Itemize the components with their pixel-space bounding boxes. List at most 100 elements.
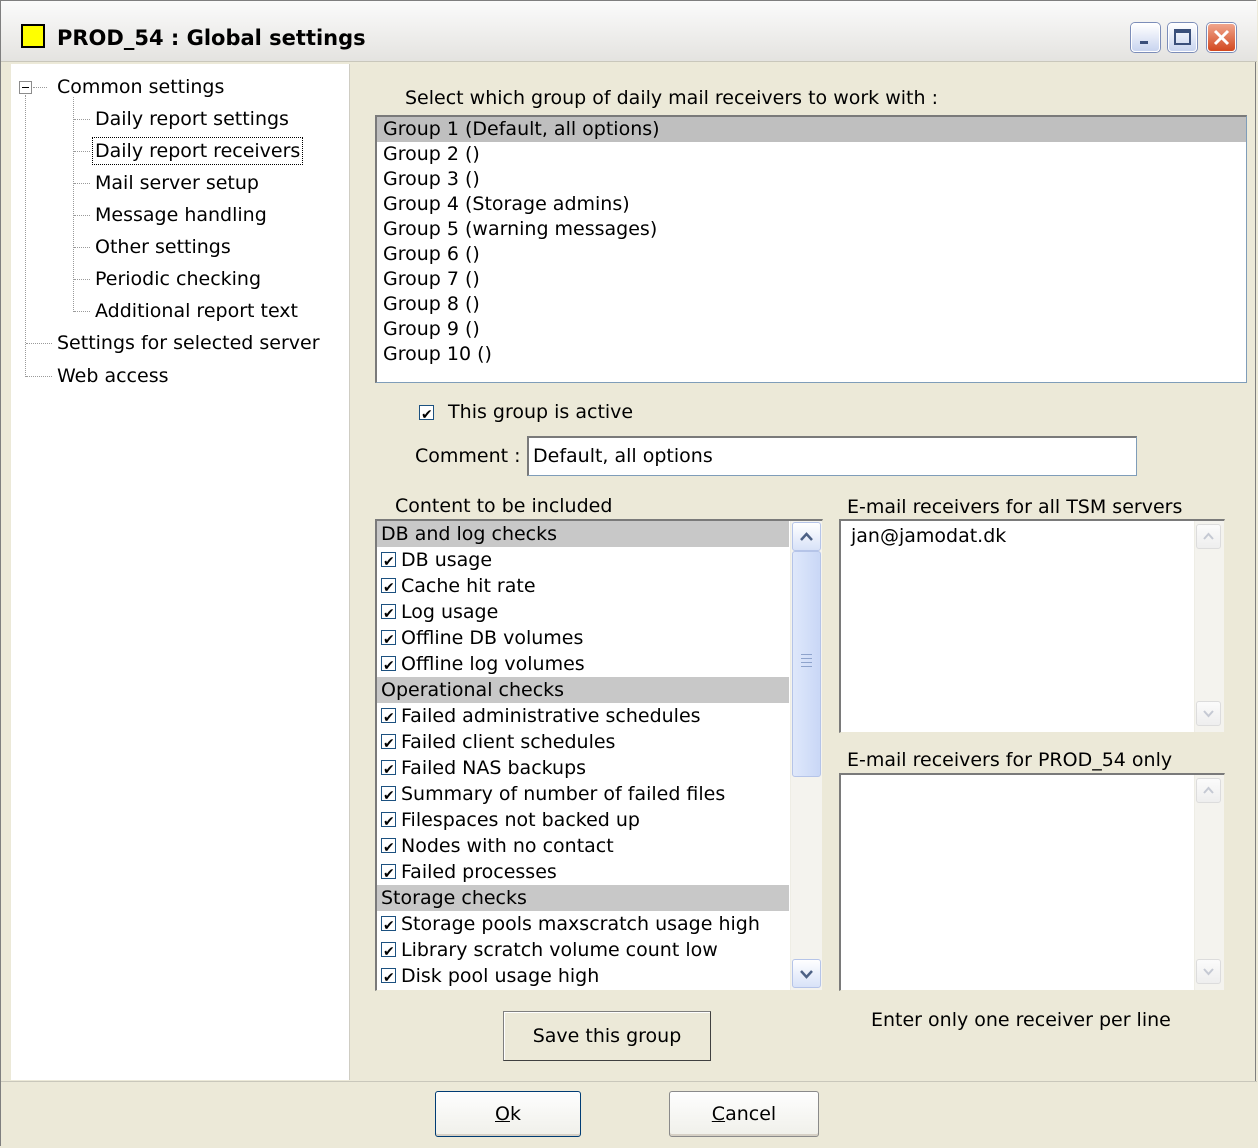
receivers-server-memo[interactable] <box>839 773 1225 991</box>
content-option-label: Failed processes <box>401 861 557 883</box>
content-option-checkbox[interactable] <box>381 549 396 575</box>
content-group-header: Storage checks <box>377 885 789 911</box>
content-option-checkbox[interactable] <box>381 575 396 601</box>
content-option-checkbox[interactable] <box>381 835 396 861</box>
tree-item-settings-for-selected-server[interactable]: Settings for selected server <box>57 330 320 356</box>
tree-connector <box>74 311 90 312</box>
save-group-button[interactable]: Save this group <box>503 1011 711 1061</box>
tree-item-additional-report-text[interactable]: Additional report text <box>95 298 298 324</box>
content-option-checkbox[interactable] <box>381 601 396 627</box>
content-option[interactable]: Failed processes <box>377 859 789 887</box>
content-option-checkbox[interactable] <box>381 965 396 990</box>
chevron-up-icon <box>1203 786 1214 794</box>
receivers-server-scrollbar[interactable] <box>1194 775 1224 990</box>
minimize-icon <box>1140 41 1148 44</box>
content-option[interactable]: Failed NAS backups <box>377 755 789 783</box>
content-option-checkbox[interactable] <box>381 757 396 783</box>
content-option-label: Nodes with no contact <box>401 835 614 857</box>
content-group-label: Operational checks <box>381 679 565 701</box>
group-list-item[interactable]: Group 10 () <box>377 342 1246 367</box>
receiver-hint: Enter only one receiver per line <box>871 1009 1171 1031</box>
content-option[interactable]: Failed client schedules <box>377 729 789 757</box>
content-option[interactable]: Cache hit rate <box>377 573 789 601</box>
scroll-thumb[interactable] <box>792 551 821 777</box>
close-button[interactable] <box>1207 23 1236 52</box>
ok-button[interactable]: Ok <box>435 1091 581 1137</box>
group-active-option[interactable]: This group is active <box>419 399 633 428</box>
content-option-checkbox[interactable] <box>381 913 396 939</box>
chevron-down-icon <box>1203 968 1214 976</box>
window-title: PROD_54 : Global settings <box>57 26 366 50</box>
tree-connector <box>74 279 90 280</box>
dialog-button-bar <box>1 1081 1257 1148</box>
content-group-label: DB and log checks <box>381 523 558 545</box>
tree-connector <box>74 247 90 248</box>
collapse-toggle[interactable] <box>19 81 32 94</box>
content-option[interactable]: DB usage <box>377 547 789 575</box>
receivers-all-text: jan@jamodat.dk <box>851 525 1007 547</box>
group-list-item[interactable]: Group 8 () <box>377 292 1246 317</box>
group-listbox[interactable]: Group 1 (Default, all options) Group 2 (… <box>375 115 1247 383</box>
comment-field[interactable]: Default, all options <box>527 436 1137 476</box>
tree-connector <box>26 343 52 344</box>
tree-item-web-access[interactable]: Web access <box>57 363 169 389</box>
content-option-checkbox[interactable] <box>381 653 396 679</box>
group-list-item[interactable]: Group 3 () <box>377 167 1246 192</box>
content-option-checkbox[interactable] <box>381 783 396 809</box>
content-option[interactable]: Offline DB volumes <box>377 625 789 653</box>
minimize-button[interactable] <box>1131 23 1160 52</box>
content-option[interactable]: Disk pool usage high <box>377 963 789 990</box>
content-option[interactable]: Nodes with no contact <box>377 833 789 861</box>
content-option-checkbox[interactable] <box>381 705 396 731</box>
content-option[interactable]: Failed administrative schedules <box>377 703 789 731</box>
group-list-item[interactable]: Group 6 () <box>377 242 1246 267</box>
group-list-item[interactable]: Group 4 (Storage admins) <box>377 192 1246 217</box>
tree-connector <box>74 119 90 120</box>
comment-label: Comment : <box>415 445 521 467</box>
global-settings-window: PROD_54 : Global settings Common setting… <box>0 0 1257 1148</box>
content-scrollbar[interactable] <box>790 521 822 990</box>
group-list-item[interactable]: Group 2 () <box>377 142 1246 167</box>
content-group-header: Operational checks <box>377 677 789 703</box>
content-option[interactable]: Log usage <box>377 599 789 627</box>
content-option-checkbox[interactable] <box>381 809 396 835</box>
scroll-down-button[interactable] <box>792 959 821 988</box>
group-list-item[interactable]: Group 9 () <box>377 317 1246 342</box>
ok-label-rest: k <box>509 1103 521 1125</box>
content-option-checkbox[interactable] <box>381 939 396 965</box>
tree-item-periodic-checking[interactable]: Periodic checking <box>95 266 261 292</box>
content-option-checkbox[interactable] <box>381 627 396 653</box>
cancel-button[interactable]: Cancel <box>669 1091 819 1137</box>
content-header: Content to be included <box>395 495 613 517</box>
content-option[interactable]: Offline log volumes <box>377 651 789 679</box>
content-option[interactable]: Filespaces not backed up <box>377 807 789 835</box>
tree-item-mail-server-setup[interactable]: Mail server setup <box>95 170 259 196</box>
group-list-item[interactable]: Group 1 (Default, all options) <box>377 117 1246 142</box>
content-option[interactable]: Storage pools maxscratch usage high <box>377 911 789 939</box>
content-option[interactable]: Summary of number of failed files <box>377 781 789 809</box>
tree-item-daily-report-settings[interactable]: Daily report settings <box>95 106 289 132</box>
content-option-label: Offline DB volumes <box>401 627 584 649</box>
tree-item-common-settings[interactable]: Common settings <box>57 74 224 100</box>
app-icon <box>21 24 45 48</box>
receivers-all-memo[interactable]: jan@jamodat.dk <box>839 519 1225 733</box>
content-option[interactable]: Library scratch volume count low <box>377 937 789 965</box>
content-option-label: Failed NAS backups <box>401 757 587 779</box>
group-list-item[interactable]: Group 5 (warning messages) <box>377 217 1246 242</box>
group-list-item[interactable]: Group 7 () <box>377 267 1246 292</box>
group-active-checkbox[interactable] <box>419 402 434 428</box>
scroll-up-button[interactable] <box>792 522 821 551</box>
content-option-checkbox[interactable] <box>381 731 396 757</box>
title-bar[interactable]: PROD_54 : Global settings <box>1 1 1257 62</box>
maximize-button[interactable] <box>1168 23 1197 52</box>
group-select-prompt: Select which group of daily mail receive… <box>405 87 938 109</box>
content-checklist[interactable]: DB and log checks DB usage Cache hit rate L… <box>375 519 823 991</box>
receivers-all-scrollbar[interactable] <box>1194 521 1224 732</box>
tree-item-daily-report-receivers[interactable]: Daily report receivers <box>91 137 304 165</box>
receivers-server-label: E-mail receivers for PROD_54 only <box>847 749 1173 771</box>
chevron-up-icon <box>800 532 813 541</box>
tree-connector <box>26 376 52 377</box>
content-option-checkbox[interactable] <box>381 861 396 887</box>
tree-item-message-handling[interactable]: Message handling <box>95 202 267 228</box>
tree-item-other-settings[interactable]: Other settings <box>95 234 231 260</box>
